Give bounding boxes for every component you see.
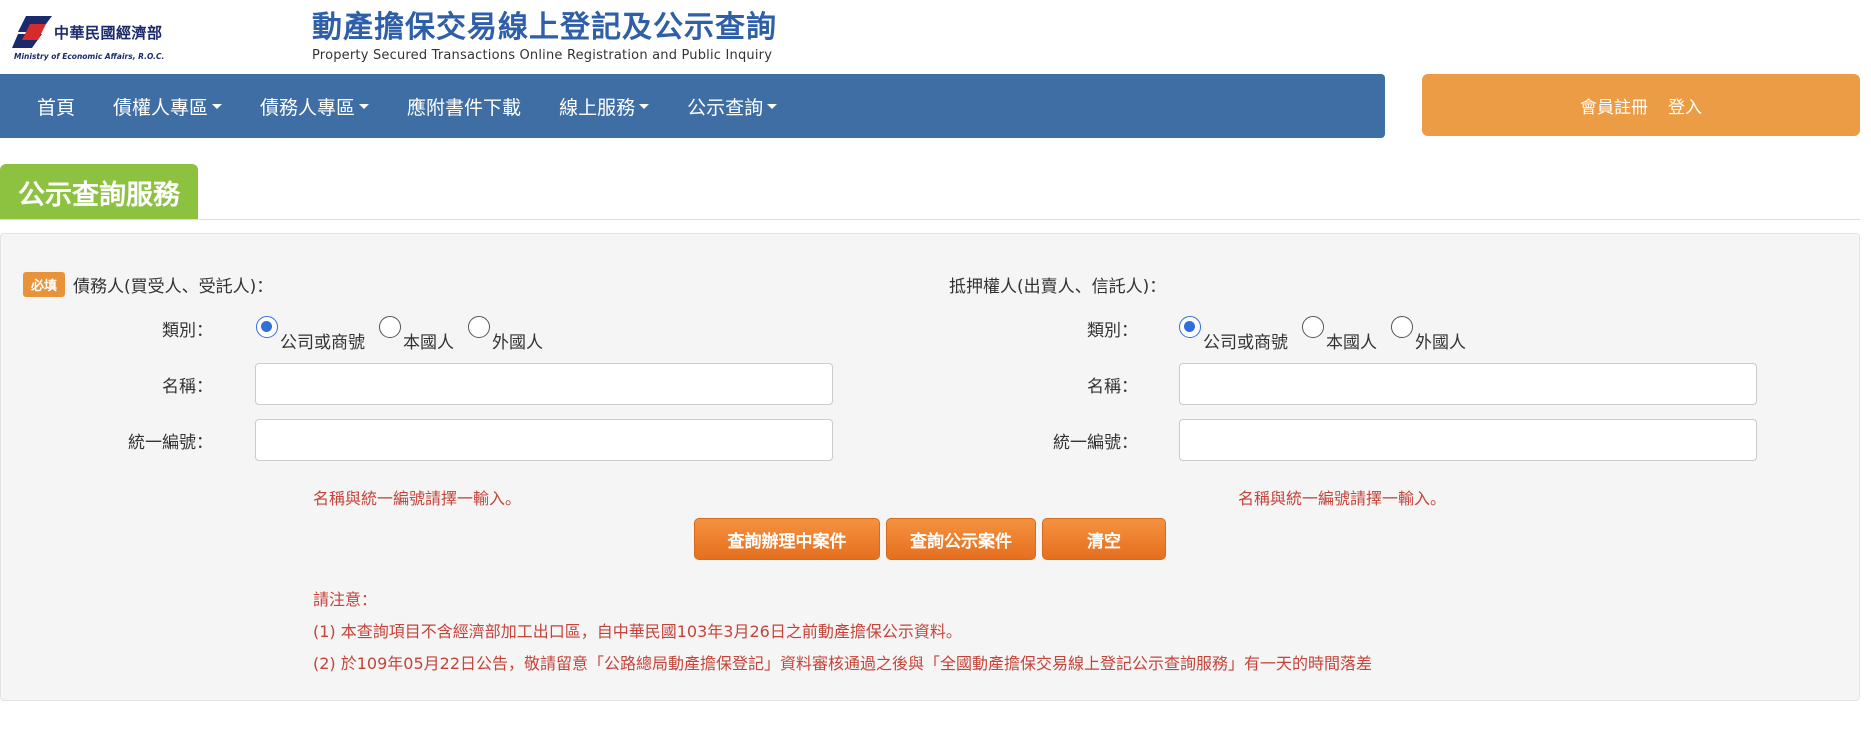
nav-item-home[interactable]: 首頁 bbox=[0, 74, 94, 138]
required-badge: 必填 bbox=[23, 272, 66, 297]
section-title-tab: 公示查詢服務 bbox=[0, 164, 198, 220]
mortgagee-hint: 名稱與統一編號請擇一輸入。 bbox=[1238, 489, 1447, 508]
debtor-id-label: 統一編號： bbox=[128, 433, 213, 453]
debtor-type-citizen-radio[interactable]: 本國人 bbox=[379, 312, 454, 353]
site-title-en: Property Secured Transactions Online Reg… bbox=[312, 48, 773, 63]
caret-down-icon bbox=[767, 103, 778, 109]
caret-down-icon bbox=[359, 103, 370, 109]
debtor-title: 必填 債務人(買受人、受託人)： bbox=[23, 272, 273, 297]
nav-item-documents-download[interactable]: 應附書件下載 bbox=[388, 74, 540, 138]
site-title-cn: 動產擔保交易線上登記及公示查詢 bbox=[312, 10, 777, 45]
caret-down-icon bbox=[639, 103, 650, 109]
mortgagee-title-text: 抵押權人(出賣人、信託人)： bbox=[949, 277, 1167, 297]
radio-unchecked-icon bbox=[468, 316, 490, 338]
query-public-button[interactable]: 查詢公示案件 bbox=[886, 518, 1036, 560]
mortgagee-name-label: 名稱： bbox=[1087, 377, 1138, 397]
debtor-title-text: 債務人(買受人、受託人)： bbox=[73, 277, 274, 297]
debtor-type-label: 類別： bbox=[162, 321, 213, 341]
site-title[interactable]: 動產擔保交易線上登記及公示查詢 Property Secured Transac… bbox=[312, 10, 777, 63]
notice-item: (2) 於109年05月22日公告，敬請留意「公路總局動產擔保登記」資料審核通過… bbox=[313, 654, 1373, 673]
radio-checked-icon bbox=[1179, 316, 1201, 338]
radio-checked-icon bbox=[256, 316, 278, 338]
radio-label: 本國人 bbox=[403, 333, 454, 353]
ministry-logo-mark-icon bbox=[12, 16, 52, 48]
radio-unchecked-icon bbox=[1391, 316, 1413, 338]
query-processing-button[interactable]: 查詢辦理中案件 bbox=[694, 518, 880, 560]
nav-item-label: 首頁 bbox=[37, 96, 76, 119]
debtor-type-radio-group: 公司或商號 本國人 外國人 bbox=[256, 312, 557, 353]
radio-label: 本國人 bbox=[1326, 333, 1377, 353]
caret-down-icon bbox=[212, 103, 223, 109]
nav-item-public-inquiry[interactable]: 公示查詢 bbox=[668, 74, 796, 138]
radio-label: 外國人 bbox=[492, 333, 543, 353]
notice-heading: 請注意： bbox=[313, 590, 378, 609]
debtor-name-label: 名稱： bbox=[162, 377, 213, 397]
nav-item-creditor-zone[interactable]: 債權人專區 bbox=[94, 74, 241, 138]
member-bar: 會員註冊 登入 bbox=[1422, 74, 1860, 136]
query-form-panel: 必填 債務人(買受人、受託人)： 類別： 公司或商號 本國人 外國人 名稱： 統… bbox=[0, 233, 1860, 701]
ministry-name-cn: 中華民國經濟部 bbox=[54, 24, 163, 42]
debtor-hint: 名稱與統一編號請擇一輸入。 bbox=[313, 489, 522, 508]
nav-item-label: 公示查詢 bbox=[687, 96, 764, 119]
ministry-logo[interactable]: 中華民國經濟部 Ministry of Economic Affairs, R.… bbox=[12, 14, 172, 62]
radio-label: 外國人 bbox=[1415, 333, 1466, 353]
radio-unchecked-icon bbox=[1302, 316, 1324, 338]
nav-item-label: 債權人專區 bbox=[113, 96, 209, 119]
mortgagee-type-foreigner-radio[interactable]: 外國人 bbox=[1391, 312, 1466, 353]
login-link[interactable]: 登入 bbox=[1668, 93, 1702, 118]
debtor-id-input[interactable] bbox=[255, 419, 833, 461]
debtor-name-input[interactable] bbox=[255, 363, 833, 405]
debtor-type-foreigner-radio[interactable]: 外國人 bbox=[468, 312, 543, 353]
nav-item-debtor-zone[interactable]: 債務人專區 bbox=[241, 74, 388, 138]
clear-button[interactable]: 清空 bbox=[1042, 518, 1166, 560]
notice-item: (1) 本查詢項目不含經濟部加工出口區，自中華民國103年3月26日之前動產擔保… bbox=[313, 622, 962, 641]
main-navbar: 首頁 債權人專區 債務人專區 應附書件下載 線上服務 公示查詢 bbox=[0, 74, 1385, 138]
radio-unchecked-icon bbox=[379, 316, 401, 338]
nav-item-online-services[interactable]: 線上服務 bbox=[540, 74, 668, 138]
ministry-name-en: Ministry of Economic Affairs, R.O.C. bbox=[14, 52, 165, 61]
debtor-type-company-radio[interactable]: 公司或商號 bbox=[256, 312, 365, 353]
section-divider bbox=[0, 219, 1860, 220]
mortgagee-name-input[interactable] bbox=[1179, 363, 1757, 405]
mortgagee-type-citizen-radio[interactable]: 本國人 bbox=[1302, 312, 1377, 353]
radio-label: 公司或商號 bbox=[280, 333, 365, 353]
mortgagee-type-company-radio[interactable]: 公司或商號 bbox=[1179, 312, 1288, 353]
radio-label: 公司或商號 bbox=[1203, 333, 1288, 353]
action-buttons: 查詢辦理中案件 查詢公示案件 清空 bbox=[694, 518, 1166, 560]
register-link[interactable]: 會員註冊 bbox=[1580, 93, 1648, 118]
mortgagee-type-radio-group: 公司或商號 本國人 外國人 bbox=[1179, 312, 1480, 353]
nav-item-label: 債務人專區 bbox=[260, 96, 356, 119]
notice-block: 請注意： (1) 本查詢項目不含經濟部加工出口區，自中華民國103年3月26日之… bbox=[313, 584, 1372, 680]
mortgagee-title: 抵押權人(出賣人、信託人)： bbox=[949, 272, 1166, 297]
mortgagee-id-label: 統一編號： bbox=[1053, 433, 1138, 453]
mortgagee-id-input[interactable] bbox=[1179, 419, 1757, 461]
nav-item-label: 應附書件下載 bbox=[407, 96, 522, 119]
nav-item-label: 線上服務 bbox=[559, 96, 636, 119]
mortgagee-type-label: 類別： bbox=[1087, 321, 1138, 341]
